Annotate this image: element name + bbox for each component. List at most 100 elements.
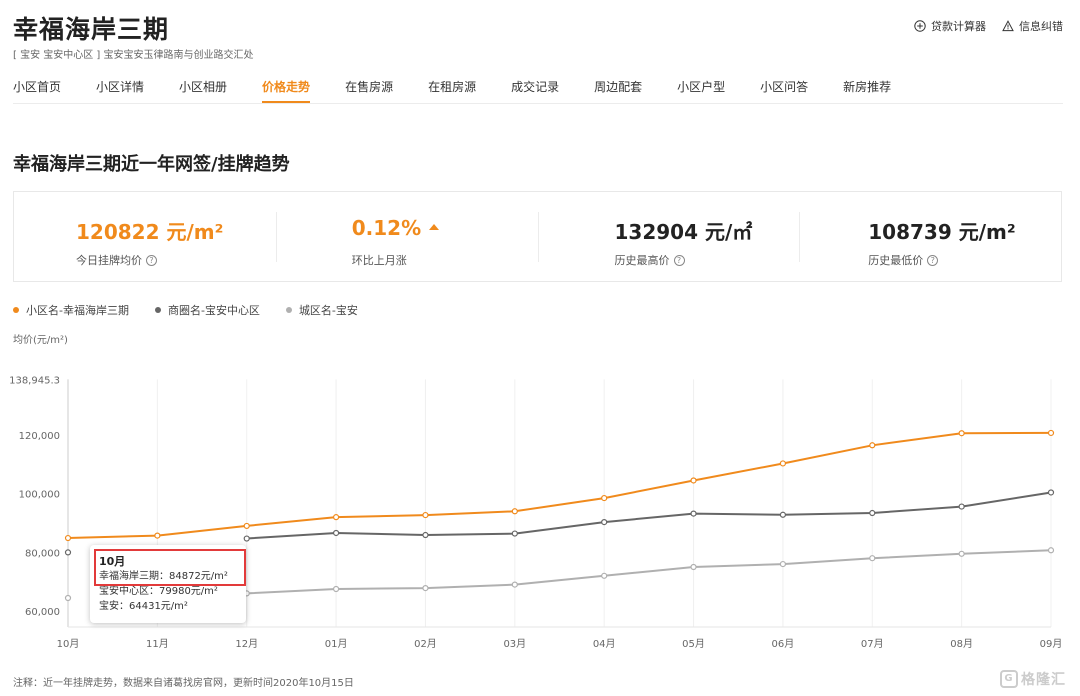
x-tick-label: 11月 bbox=[146, 638, 169, 650]
legend-label: 小区名-幸福海岸三期 bbox=[26, 304, 129, 317]
x-tick-label: 01月 bbox=[325, 638, 348, 650]
stat-listing-avg: 120822 元/m² 今日挂牌均价 ? bbox=[14, 192, 276, 281]
data-point bbox=[601, 519, 608, 526]
tab-album[interactable]: 小区相册 bbox=[179, 70, 227, 104]
data-point bbox=[869, 442, 876, 449]
loan-calculator-button[interactable]: 贷款计算器 bbox=[914, 18, 986, 34]
data-point bbox=[779, 511, 787, 518]
y-tick-label: 60,000 bbox=[25, 607, 60, 618]
data-point bbox=[690, 510, 697, 517]
data-point bbox=[958, 550, 965, 557]
x-tick-label: 05月 bbox=[682, 638, 705, 650]
help-icon[interactable]: ? bbox=[927, 254, 939, 266]
data-point bbox=[601, 494, 608, 502]
stat-mom-change-value: 0.12% bbox=[351, 216, 422, 240]
tooltip-row-business-district: 宝安中心区：79980元/m² bbox=[99, 586, 218, 597]
data-point bbox=[332, 514, 340, 521]
x-tick-label: 09月 bbox=[1040, 638, 1063, 650]
chart-tooltip: 10月 幸福海岸三期：84872元/m² 宝安中心区：79980元/m² 宝安：… bbox=[90, 545, 246, 623]
data-point bbox=[243, 522, 250, 530]
data-point bbox=[958, 503, 965, 510]
legend-item-business-district[interactable]: 商圈名-宝安中心区 bbox=[154, 302, 260, 318]
data-point bbox=[422, 531, 429, 539]
x-tick-label: 04月 bbox=[593, 638, 616, 650]
tab-for-sale[interactable]: 在售房源 bbox=[345, 70, 393, 104]
data-point bbox=[1047, 429, 1055, 437]
data-point bbox=[511, 530, 518, 537]
loan-calculator-label: 贷款计算器 bbox=[931, 20, 986, 33]
y-tick-label: 120,000 bbox=[19, 431, 60, 442]
legend-dot-dark-gray bbox=[154, 307, 161, 313]
data-point bbox=[601, 572, 608, 579]
data-point bbox=[422, 511, 429, 519]
legend-item-community[interactable]: 小区名-幸福海岸三期 bbox=[13, 302, 129, 318]
series-line bbox=[246, 549, 1052, 595]
tab-new-homes[interactable]: 新房推荐 bbox=[843, 70, 891, 104]
stat-listing-avg-value: 120822 元/m² bbox=[76, 220, 224, 244]
tab-price-trend[interactable]: 价格走势 bbox=[262, 70, 311, 104]
legend-dot-orange bbox=[13, 307, 19, 313]
legend-item-district[interactable]: 城区名-宝安 bbox=[285, 302, 358, 318]
x-tick-label: 12月 bbox=[235, 638, 258, 650]
chart-legend: 小区名-幸福海岸三期 商圈名-宝安中心区 城区名-宝安 bbox=[13, 302, 358, 318]
data-point bbox=[690, 563, 697, 571]
tab-for-rent[interactable]: 在租房源 bbox=[428, 70, 476, 104]
tab-floor-plans[interactable]: 小区户型 bbox=[677, 70, 725, 104]
warning-triangle-icon bbox=[1002, 20, 1014, 32]
tooltip-highlight-box bbox=[94, 549, 246, 586]
data-point bbox=[422, 585, 429, 592]
tab-qa[interactable]: 小区问答 bbox=[760, 70, 808, 104]
tab-bar: 小区首页 小区详情 小区相册 价格走势 在售房源 在租房源 成交记录 周边配套 … bbox=[13, 70, 1063, 104]
x-tick-label: 07月 bbox=[861, 638, 884, 650]
legend-dot-light-gray bbox=[285, 307, 292, 313]
tab-details[interactable]: 小区详情 bbox=[96, 70, 144, 104]
address: [ 宝安 宝安中心区 ] 宝安宝安玉律路南与创业路交汇处 bbox=[13, 50, 254, 61]
help-icon[interactable]: ? bbox=[673, 254, 685, 266]
up-triangle-icon bbox=[429, 223, 440, 230]
x-tick-label: 06月 bbox=[772, 638, 795, 650]
y-tick-label: 138,945.3 bbox=[9, 375, 60, 386]
stat-mom-change-value-row: 0.12% bbox=[351, 216, 440, 240]
data-point bbox=[511, 581, 518, 588]
data-point bbox=[779, 460, 787, 467]
series-line bbox=[67, 431, 1052, 539]
legend-label: 商圈名-宝安中心区 bbox=[167, 304, 260, 317]
header-tools: 贷款计算器 信息纠错 bbox=[914, 18, 1063, 34]
stat-mom-change-label: 环比上月涨 bbox=[351, 254, 407, 267]
stat-historic-low: 108739 元/m² 历史最低价 ? bbox=[799, 192, 1061, 281]
stat-listing-avg-label: 今日挂牌均价 bbox=[76, 254, 142, 267]
legend-label: 城区名-宝安 bbox=[298, 304, 358, 317]
stat-historic-low-label-row: 历史最低价 ? bbox=[868, 252, 939, 268]
tab-transactions[interactable]: 成交记录 bbox=[511, 70, 559, 104]
help-icon[interactable]: ? bbox=[146, 254, 157, 266]
data-point bbox=[64, 594, 72, 602]
report-error-button[interactable]: 信息纠错 bbox=[1002, 18, 1063, 34]
watermark-mark: G bbox=[1000, 670, 1018, 688]
y-axis-label: 均价(元/m²) bbox=[13, 335, 68, 346]
data-point bbox=[779, 560, 787, 568]
stats-panel: 120822 元/m² 今日挂牌均价 ? 0.12% 环比上月涨 132904 … bbox=[13, 191, 1062, 282]
data-point bbox=[958, 430, 965, 437]
data-point bbox=[64, 549, 72, 556]
x-tick-label: 02月 bbox=[414, 638, 437, 650]
section-title: 幸福海岸三期近一年网签/挂牌趋势 bbox=[13, 154, 290, 175]
tab-home[interactable]: 小区首页 bbox=[13, 70, 61, 104]
stat-historic-low-label: 历史最低价 bbox=[868, 254, 924, 267]
y-tick-label: 80,000 bbox=[25, 548, 60, 559]
data-point bbox=[154, 532, 161, 539]
data-point bbox=[869, 509, 876, 517]
stat-listing-avg-label-row: 今日挂牌均价 ? bbox=[76, 252, 157, 268]
data-point bbox=[64, 534, 72, 542]
plus-circle-icon bbox=[914, 20, 926, 32]
data-point bbox=[332, 529, 340, 537]
tab-amenities[interactable]: 周边配套 bbox=[594, 70, 642, 104]
y-tick-label: 100,000 bbox=[19, 490, 60, 501]
stat-historic-high-label-row: 历史最高价 ? bbox=[615, 252, 685, 268]
stat-mom-change: 0.12% 环比上月涨 bbox=[275, 192, 538, 281]
stat-historic-high: 132904 元/㎡ 历史最高价 ? bbox=[537, 192, 800, 281]
data-point bbox=[511, 508, 518, 515]
x-tick-label: 10月 bbox=[57, 638, 80, 650]
data-point bbox=[243, 535, 250, 542]
stat-historic-high-label: 历史最高价 bbox=[614, 254, 670, 267]
x-tick-label: 03月 bbox=[503, 638, 526, 650]
